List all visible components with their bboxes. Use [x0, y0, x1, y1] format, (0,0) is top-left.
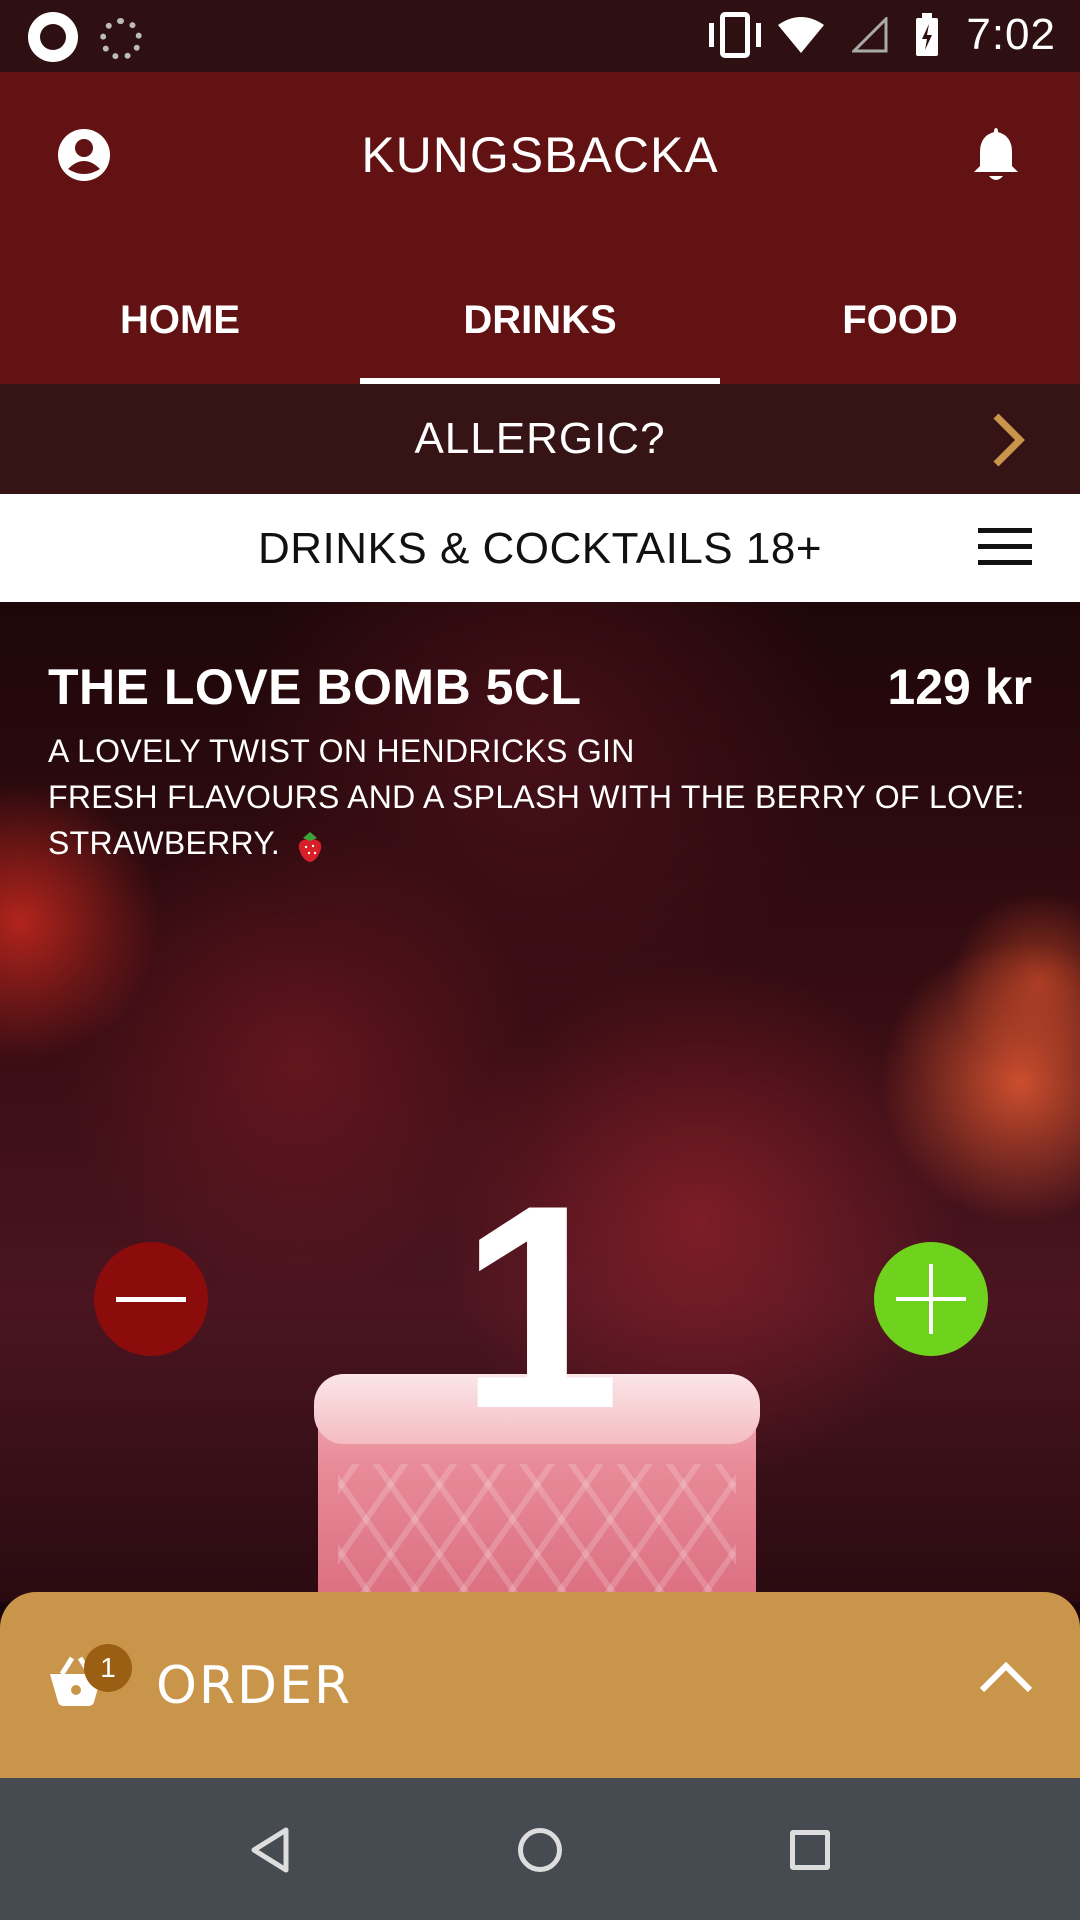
back-icon[interactable] [248, 1826, 292, 1874]
product-price: 129 kr [887, 659, 1032, 715]
bell-icon[interactable] [968, 124, 1024, 186]
chevron-right-icon [988, 412, 1028, 468]
wifi-icon [776, 15, 826, 55]
vibrate-icon [709, 12, 762, 58]
signal-icon [852, 17, 888, 53]
status-bar: 7:02 [0, 0, 1080, 72]
recents-icon[interactable] [790, 1830, 830, 1870]
menu-icon[interactable] [978, 528, 1032, 568]
tab-home[interactable]: HOME [0, 282, 360, 384]
app-notification-icon [28, 12, 78, 62]
tab-drinks[interactable]: DRINKS [360, 282, 720, 384]
status-clock: 7:02 [966, 10, 1056, 59]
app-header: KUNGSBACKA HOME DRINKS FOOD [0, 72, 1080, 384]
tab-bar: HOME DRINKS FOOD [0, 282, 1080, 384]
home-icon[interactable] [518, 1828, 562, 1872]
header-title: KUNGSBACKA [361, 127, 719, 183]
strawberry-icon [295, 829, 325, 863]
status-left-icons [28, 12, 142, 62]
category-bar: DRINKS & COCKTAILS 18+ [0, 494, 1080, 602]
order-bar[interactable]: 1 ORDER [0, 1592, 1080, 1778]
status-right-icons: 7:02 [709, 10, 1056, 60]
cart-count-badge: 1 [84, 1644, 132, 1692]
quantity-value: 1 [459, 1145, 621, 1469]
decrease-quantity-button[interactable] [94, 1242, 208, 1356]
chevron-up-icon[interactable] [978, 1658, 1034, 1694]
product-hero: THE LOVE BOMB 5CL 129 kr A LOVELY TWIST … [0, 602, 1080, 1602]
increase-quantity-button[interactable] [874, 1242, 988, 1356]
tab-food[interactable]: FOOD [720, 282, 1080, 384]
product-name: THE LOVE BOMB 5CL [48, 659, 582, 715]
product-description-line: STRAWBERRY. [48, 820, 1038, 866]
loader-icon [100, 18, 142, 60]
battery-icon [914, 12, 940, 58]
allergic-banner[interactable]: ALLERGIC? [0, 384, 1080, 494]
product-description-text: STRAWBERRY. [48, 825, 281, 861]
system-nav-bar [0, 1778, 1080, 1920]
product-description-line: A LOVELY TWIST ON HENDRICKS GIN [48, 733, 635, 769]
product-description: A LOVELY TWIST ON HENDRICKS GIN FRESH FL… [48, 728, 1038, 866]
product-description-line: FRESH FLAVOURS AND A SPLASH WITH THE BER… [48, 779, 1025, 815]
category-title: DRINKS & COCKTAILS 18+ [257, 524, 823, 573]
allergic-label: ALLERGIC? [414, 414, 666, 463]
order-label: ORDER [156, 1656, 353, 1716]
